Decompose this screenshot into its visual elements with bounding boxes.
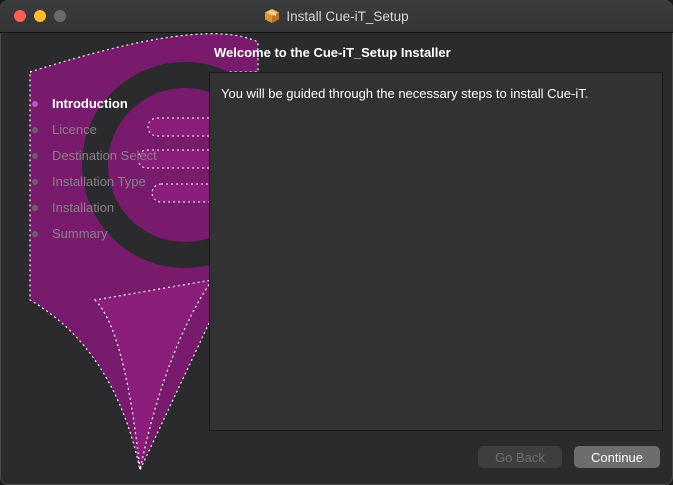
- step-bullet-icon: [32, 127, 38, 133]
- step-bullet-icon: [32, 179, 38, 185]
- installer-steps-sidebar: Introduction Licence Destination Select …: [30, 94, 210, 250]
- step-destination-select: Destination Select: [30, 146, 210, 172]
- step-installation-type: Installation Type: [30, 172, 210, 198]
- package-icon: [265, 9, 280, 23]
- step-introduction: Introduction: [30, 94, 210, 120]
- step-label: Installation Type: [52, 174, 146, 189]
- continue-button[interactable]: Continue: [574, 446, 660, 468]
- installer-window: Install Cue-iT_Setup Welcome to the Cue-…: [0, 0, 673, 485]
- window-title: Install Cue-iT_Setup: [0, 0, 673, 32]
- step-bullet-icon: [32, 101, 38, 107]
- title-bar[interactable]: Install Cue-iT_Setup: [0, 0, 673, 33]
- step-installation: Installation: [30, 198, 210, 224]
- step-bullet-icon: [32, 153, 38, 159]
- installer-heading: Welcome to the Cue-iT_Setup Installer: [214, 45, 451, 60]
- step-summary: Summary: [30, 224, 210, 250]
- step-label: Summary: [52, 226, 108, 241]
- step-label: Introduction: [52, 96, 128, 111]
- go-back-button[interactable]: Go Back: [478, 446, 562, 468]
- step-label: Destination Select: [52, 148, 157, 163]
- step-label: Installation: [52, 200, 115, 215]
- content-panel[interactable]: You will be guided through the necessary…: [209, 72, 663, 431]
- window-title-text: Install Cue-iT_Setup: [286, 8, 409, 24]
- step-bullet-icon: [32, 205, 38, 211]
- step-label: Licence: [52, 122, 97, 137]
- intro-text: You will be guided through the necessary…: [221, 86, 589, 101]
- step-licence: Licence: [30, 120, 210, 146]
- step-bullet-icon: [32, 231, 38, 237]
